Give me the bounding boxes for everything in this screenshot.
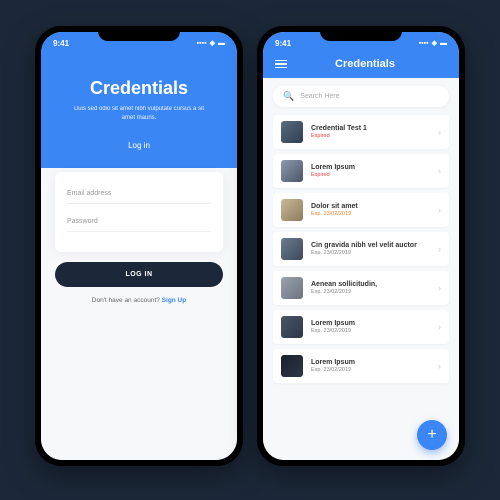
- item-thumbnail: [281, 199, 303, 221]
- chevron-right-icon: ›: [438, 127, 441, 137]
- signup-link[interactable]: Sign Up: [162, 297, 187, 304]
- wifi-icon: ◈: [432, 39, 437, 47]
- chevron-right-icon: ›: [438, 361, 441, 371]
- plus-icon: +: [427, 426, 436, 444]
- wifi-icon: ◈: [210, 39, 215, 47]
- login-tab[interactable]: Log in: [61, 141, 217, 150]
- list-item[interactable]: Aenean sollicitudin, Exp. 23/02/2019 ›: [273, 271, 449, 305]
- list-item[interactable]: Lorem Ipsum Exp. 23/02/2019 ›: [273, 310, 449, 344]
- list-header: Credentials: [263, 54, 459, 78]
- battery-icon: ▬: [218, 40, 225, 47]
- login-card: Email address Password: [55, 172, 223, 252]
- menu-icon[interactable]: [275, 60, 287, 69]
- phone-list: 9:41 ▪▪▪▪ ◈ ▬ Credentials 🔍 Search Here: [257, 26, 465, 466]
- status-time: 9:41: [53, 39, 69, 48]
- search-input[interactable]: Search Here: [300, 93, 439, 100]
- item-thumbnail: [281, 121, 303, 143]
- credential-list: Credential Test 1 Expired › Lorem Ipsum …: [263, 115, 459, 383]
- item-text: Credential Test 1 Expired: [311, 125, 430, 139]
- signal-icon: ▪▪▪▪: [419, 40, 429, 47]
- search-icon: 🔍: [283, 91, 294, 102]
- notch: [320, 26, 402, 41]
- item-thumbnail: [281, 238, 303, 260]
- status-time: 9:41: [275, 39, 291, 48]
- list-item[interactable]: Credential Test 1 Expired ›: [273, 115, 449, 149]
- list-screen: 9:41 ▪▪▪▪ ◈ ▬ Credentials 🔍 Search Here: [263, 32, 459, 460]
- list-body: 🔍 Search Here Credential Test 1 Expired …: [263, 78, 459, 460]
- item-text: Dolor sit amet Exp. 23/02/2019: [311, 203, 430, 217]
- item-text: Cin gravida nibh vel velit auctor Exp. 2…: [311, 242, 430, 256]
- chevron-right-icon: ›: [438, 166, 441, 176]
- chevron-right-icon: ›: [438, 283, 441, 293]
- notch: [98, 26, 180, 41]
- chevron-right-icon: ›: [438, 322, 441, 332]
- login-button[interactable]: LOG IN: [55, 262, 223, 287]
- item-text: Lorem Ipsum Exp. 23/02/2019: [311, 320, 430, 334]
- item-thumbnail: [281, 316, 303, 338]
- login-screen: 9:41 ▪▪▪▪ ◈ ▬ Credentials Duis sed odio …: [41, 32, 237, 460]
- list-item[interactable]: Dolor sit amet Exp. 23/02/2019 ›: [273, 193, 449, 227]
- page-title: Credentials: [297, 58, 433, 70]
- email-field[interactable]: Email address: [67, 184, 211, 204]
- chevron-right-icon: ›: [438, 244, 441, 254]
- app-subtitle: Duis sed odio sit amet nibh vulputate cu…: [69, 105, 209, 123]
- list-item[interactable]: Lorem Ipsum Expired ›: [273, 154, 449, 188]
- signup-prompt: Don't have an account? Sign Up: [41, 297, 237, 304]
- status-icons: ▪▪▪▪ ◈ ▬: [197, 39, 225, 47]
- item-thumbnail: [281, 355, 303, 377]
- signal-icon: ▪▪▪▪: [197, 40, 207, 47]
- app-title: Credentials: [61, 78, 217, 99]
- item-thumbnail: [281, 160, 303, 182]
- list-item[interactable]: Cin gravida nibh vel velit auctor Exp. 2…: [273, 232, 449, 266]
- chevron-right-icon: ›: [438, 205, 441, 215]
- item-text: Lorem Ipsum Exp. 23/02/2019: [311, 359, 430, 373]
- item-text: Lorem Ipsum Expired: [311, 164, 430, 178]
- list-item[interactable]: Lorem Ipsum Exp. 23/02/2019 ›: [273, 349, 449, 383]
- login-header: Credentials Duis sed odio sit amet nibh …: [41, 54, 237, 168]
- password-field[interactable]: Password: [67, 212, 211, 232]
- search-bar[interactable]: 🔍 Search Here: [273, 86, 449, 107]
- status-icons: ▪▪▪▪ ◈ ▬: [419, 39, 447, 47]
- add-button[interactable]: +: [417, 420, 447, 450]
- phone-login: 9:41 ▪▪▪▪ ◈ ▬ Credentials Duis sed odio …: [35, 26, 243, 466]
- login-body: Email address Password LOG IN Don't have…: [41, 168, 237, 460]
- item-thumbnail: [281, 277, 303, 299]
- battery-icon: ▬: [440, 40, 447, 47]
- item-text: Aenean sollicitudin, Exp. 23/02/2019: [311, 281, 430, 295]
